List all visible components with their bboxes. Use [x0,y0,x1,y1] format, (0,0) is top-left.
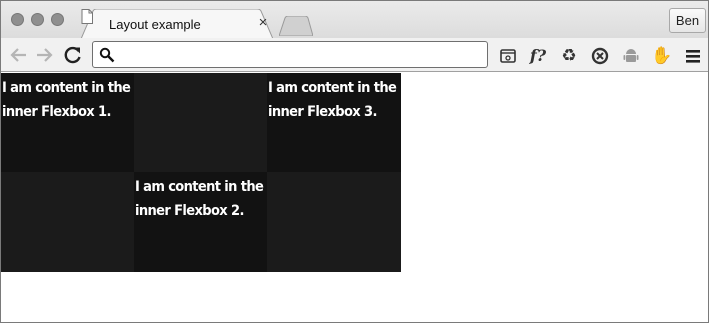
browser-window: Layout example × Ben f? ♻ ✋ I am content… [0,0,709,323]
tab-layout-example[interactable]: Layout example × [81,9,273,39]
search-icon [99,47,115,63]
sync-icon[interactable] [590,46,610,66]
zoom-window-button[interactable] [51,13,64,26]
menu-icon[interactable] [683,46,703,66]
flexbox-2: I am content in the inner Flexbox 2. [134,172,267,272]
flexbox-2-text: I am content in the inner Flexbox 2. [135,179,264,219]
address-input[interactable] [119,45,479,64]
android-icon[interactable] [621,46,641,66]
flexbox-3-text: I am content in the inner Flexbox 3. [268,80,397,120]
minimize-window-button[interactable] [31,13,44,26]
font-finder-icon[interactable]: f? [528,46,548,66]
title-bar: Layout example × Ben [1,1,708,39]
back-arrow-icon[interactable] [9,45,29,65]
forward-arrow-icon[interactable] [34,45,54,65]
recycle-icon[interactable]: ♻ [559,46,579,66]
profile-button[interactable]: Ben [669,8,706,33]
flexbox-1: I am content in the inner Flexbox 1. [1,73,134,172]
flexbox-3: I am content in the inner Flexbox 3. [267,73,401,172]
flexbox-empty-top [134,73,267,172]
tab-close-icon[interactable]: × [256,15,270,31]
address-bar[interactable] [92,41,488,68]
close-window-button[interactable] [11,13,24,26]
new-tab-button[interactable] [279,16,313,36]
tab-title: Layout example [109,17,201,32]
hand-icon[interactable]: ✋ [651,46,672,66]
outer-flex-container: I am content in the inner Flexbox 1. I a… [1,73,401,272]
page-viewport: I am content in the inner Flexbox 1. I a… [1,73,708,322]
flexbox-empty-left [1,172,134,272]
reload-icon[interactable] [63,45,83,65]
reading-list-icon[interactable] [498,46,518,66]
document-icon [81,9,93,24]
toolbar: f? ♻ ✋ [1,38,708,72]
flexbox-1-text: I am content in the inner Flexbox 1. [2,80,131,120]
flexbox-empty-right [267,172,401,272]
